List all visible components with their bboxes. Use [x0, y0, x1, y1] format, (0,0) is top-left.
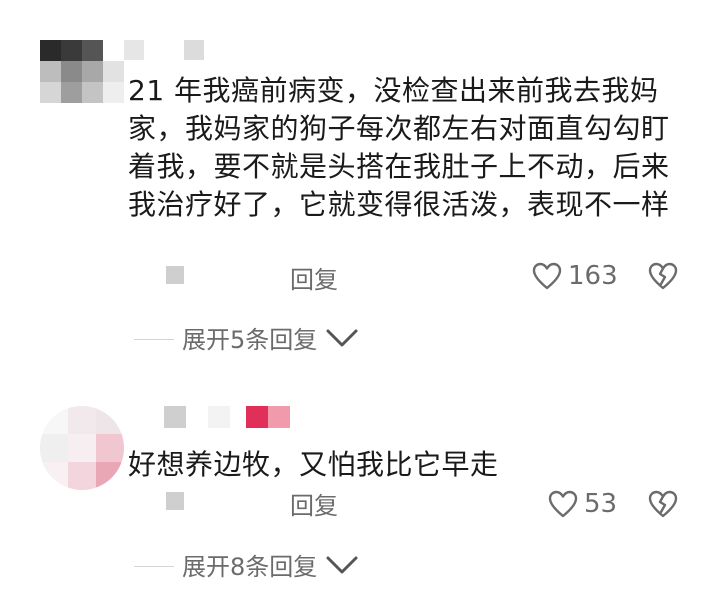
avatar[interactable] — [40, 406, 124, 490]
avatar[interactable] — [40, 40, 124, 104]
broken-heart-icon — [648, 262, 678, 290]
reply-button[interactable]: 回复 — [290, 260, 338, 295]
heart-outline-icon — [548, 490, 578, 518]
heart-outline-icon — [532, 262, 562, 290]
like-button[interactable]: 53 — [548, 488, 617, 520]
divider — [134, 339, 174, 340]
expand-replies-button[interactable]: 展开5条回复 — [182, 320, 359, 355]
username[interactable] — [164, 406, 294, 428]
comment-time — [166, 492, 184, 510]
chevron-down-icon — [325, 554, 359, 580]
like-button[interactable]: 163 — [532, 260, 618, 292]
like-count: 53 — [584, 489, 618, 519]
expand-replies-label: 展开5条回复 — [182, 326, 318, 354]
reply-button[interactable]: 回复 — [290, 486, 338, 521]
dislike-button[interactable] — [648, 490, 678, 522]
comment-text: 21 年我癌前病变，没检查出来前我去我妈家，我妈家的狗子每次都左右对面直勾勾盯着… — [128, 74, 670, 221]
username[interactable] — [124, 40, 208, 60]
comment-time — [166, 266, 184, 284]
expand-replies-button[interactable]: 展开8条回复 — [182, 547, 359, 582]
like-count: 163 — [568, 261, 618, 291]
divider — [134, 566, 174, 567]
chevron-down-icon — [325, 327, 359, 353]
dislike-button[interactable] — [648, 262, 678, 294]
expand-replies-label: 展开8条回复 — [182, 553, 318, 581]
broken-heart-icon — [648, 490, 678, 518]
comment-text: 好想养边牧，又怕我比它早走 — [128, 448, 499, 481]
